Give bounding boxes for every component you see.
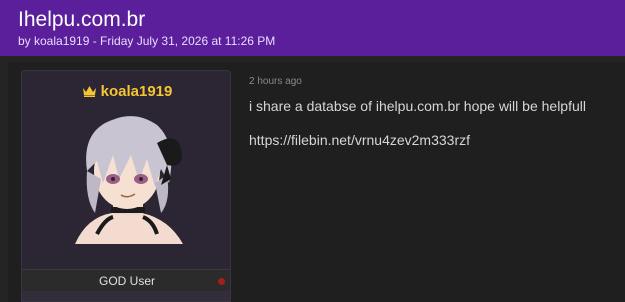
status-dot-icon [218,278,225,285]
thread-byline: by koala1919 - Friday July 31, 2026 at 1… [18,34,276,48]
user-rank: GOD User [98,274,155,288]
user-stats-strip [22,291,230,301]
post-link[interactable]: https://filebin.net/vrnu4zev2m333rzf [249,132,470,148]
user-panel: koala1919 GOD User [21,70,231,302]
crown-icon [82,84,97,101]
post-message: i share a databse of ihelpu.com.br hope … [249,98,586,114]
post-area: koala1919 GOD User 2 hours ago i share a… [0,56,625,302]
username[interactable]: koala1919 [101,83,173,100]
post: koala1919 GOD User 2 hours ago i share a… [8,62,625,302]
username-row[interactable]: koala1919 [22,83,230,101]
rank-bar: GOD User [22,269,230,292]
post-time[interactable]: 2 hours ago [249,76,302,87]
thread-header: Ihelpu.com.br by koala1919 - Friday July… [0,0,625,56]
thread-title[interactable]: Ihelpu.com.br [18,8,145,32]
user-avatar[interactable] [57,109,197,249]
